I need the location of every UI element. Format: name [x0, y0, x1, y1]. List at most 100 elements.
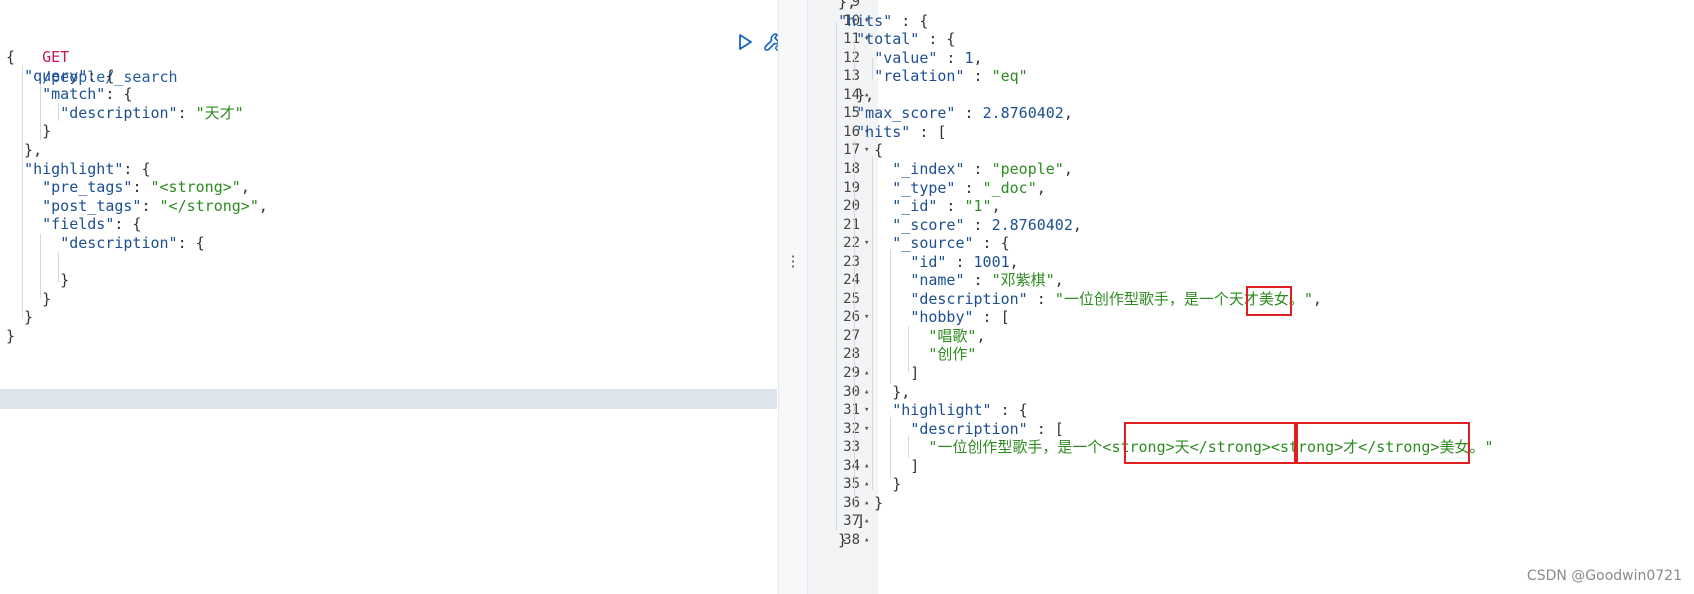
request-code-line: "pre_tags": "<strong>", [6, 177, 250, 197]
code-token: "fields" [42, 215, 115, 234]
code-token: "hits" [838, 11, 893, 30]
code-token: "description" [910, 419, 1028, 438]
code-token: "relation" [874, 67, 965, 86]
response-code-line: { [820, 140, 883, 160]
code-token: , [1009, 252, 1019, 271]
code-token: : [ [1027, 419, 1064, 438]
response-code-line: "_index" : "people", [820, 159, 1073, 179]
request-actions [734, 30, 778, 54]
code-token: { [820, 141, 884, 160]
response-code-line: "hobby" : [ [820, 307, 1010, 327]
response-code-line: "value" : 1, [820, 48, 982, 68]
code-token: : { [105, 85, 133, 104]
code-token: } [6, 289, 52, 308]
indent-guide [836, 22, 837, 530]
code-token: : { [177, 234, 205, 252]
code-token: "description" [60, 234, 178, 252]
indent-guide [854, 140, 855, 508]
code-token: "唱歌" [928, 326, 977, 345]
code-token: { [6, 48, 16, 66]
response-code-line: ] [820, 511, 865, 531]
code-token: : { [973, 234, 1010, 253]
code-token: : [1027, 289, 1055, 308]
code-token: : [132, 178, 151, 197]
code-token: "邓紫棋" [991, 271, 1055, 290]
request-code-line: } [6, 289, 51, 309]
code-token: , [1063, 159, 1073, 178]
response-code-line: "_score" : 2.8760402, [820, 215, 1082, 235]
request-code-line: "highlight": { [6, 159, 150, 179]
request-code-line: } [6, 326, 15, 346]
code-token: }, [820, 382, 911, 401]
code-token: : { [991, 401, 1028, 420]
response-code-line: "relation" : "eq" [820, 66, 1028, 86]
code-token: "_index" [892, 159, 965, 178]
code-token: } [6, 122, 52, 141]
code-token: , [991, 197, 1001, 216]
code-token: ] [820, 512, 866, 531]
code-token: }, [6, 141, 43, 159]
code-token: "1" [964, 197, 992, 216]
code-token: "创作" [928, 345, 977, 364]
indent-guide [58, 103, 59, 121]
code-token: : [ [973, 308, 1010, 327]
indent-guide [908, 436, 909, 458]
response-code-line: "_id" : "1", [820, 196, 1001, 216]
fold-expand-icon[interactable]: ▴ [864, 530, 876, 550]
indent-guide [890, 250, 891, 384]
wrench-icon[interactable] [762, 31, 778, 53]
response-code-line: "name" : "邓紫棋", [820, 270, 1064, 290]
code-token: , [1072, 215, 1082, 234]
response-code-line: "唱歌", [820, 326, 985, 346]
resize-grip-icon[interactable]: · · · [788, 249, 798, 275]
code-token: "post_tags" [42, 196, 142, 215]
code-token: , [1063, 104, 1073, 123]
code-token: : [937, 48, 965, 67]
code-token: "eq" [991, 67, 1028, 86]
code-token: : { [87, 66, 115, 85]
code-token: "match" [42, 85, 106, 104]
response-code-line: "id" : 1001, [820, 252, 1019, 272]
code-token: "max_score" [856, 104, 956, 123]
code-token: 2.8760402 [991, 215, 1073, 234]
code-token: "pre_tags" [42, 178, 133, 197]
code-token: "description" [910, 289, 1028, 308]
response-code-line: "创作" [820, 344, 976, 364]
code-token: 2.8760402 [982, 104, 1064, 123]
code-token: 1 [964, 48, 974, 67]
request-code-line: } [6, 270, 69, 290]
code-token: "_type" [892, 178, 956, 197]
indent-guide [908, 326, 909, 372]
request-editor[interactable]: GET /people/_search { "query": { "match"… [0, 0, 778, 594]
code-token: "_doc" [982, 178, 1037, 197]
code-token: : [964, 271, 992, 290]
code-token: : { [892, 11, 929, 30]
code-token: "hits" [856, 122, 911, 141]
code-token: : [141, 196, 160, 215]
code-token: , [240, 178, 250, 197]
pane-divider[interactable]: · · · [778, 0, 808, 594]
request-code-line: "match": { [6, 84, 132, 104]
response-code-line: "highlight" : { [820, 400, 1028, 420]
fold-expand-icon[interactable]: ▴ [864, 511, 876, 531]
code-token: ] [820, 456, 920, 475]
code-token: "total" [856, 30, 920, 49]
code-token: , [1054, 271, 1064, 290]
code-token: } [6, 308, 34, 327]
code-token: ] [820, 364, 920, 382]
code-token: , [1312, 289, 1322, 308]
code-token: : [964, 159, 992, 178]
indent-guide [890, 418, 891, 478]
play-icon[interactable] [734, 31, 756, 53]
